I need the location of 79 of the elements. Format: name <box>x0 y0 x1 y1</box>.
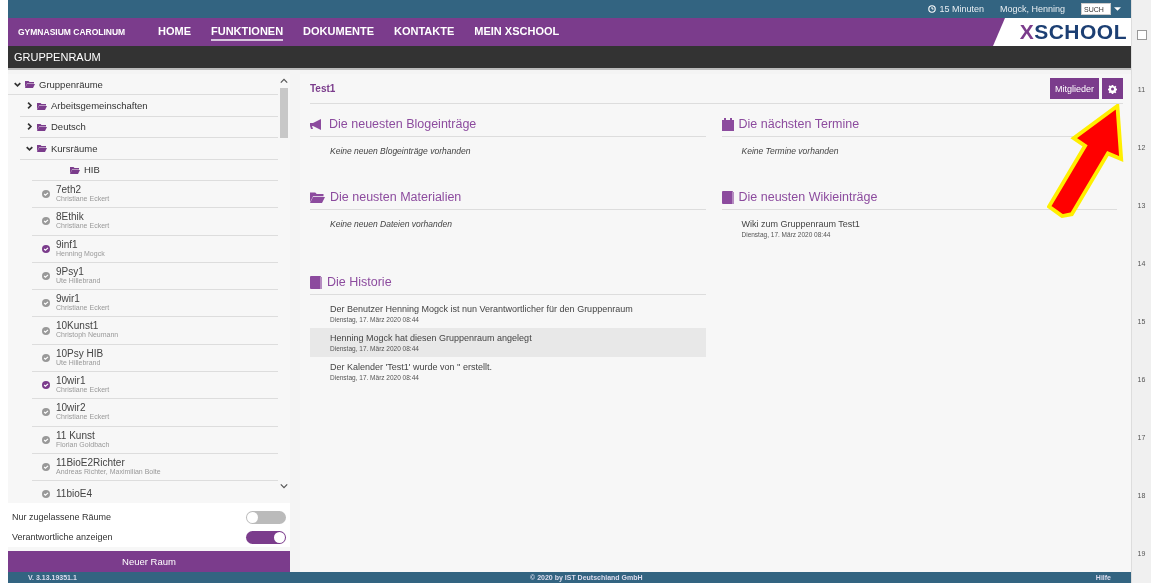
page-title: GRUPPENRAUM <box>14 51 101 63</box>
caret-icon[interactable] <box>1114 7 1121 11</box>
toggle-switch[interactable] <box>246 530 286 544</box>
nav-link[interactable]: DOKUMENTE <box>303 23 374 41</box>
room-name: 10wir1 <box>56 376 87 386</box>
folder-icon <box>37 101 47 110</box>
chevron-down-icon[interactable] <box>26 144 33 152</box>
gear-icon <box>1108 82 1117 95</box>
check-circle-icon <box>42 244 50 253</box>
book-icon <box>310 275 322 289</box>
empty-message: Keine neuen Blogeinträge vorhanden <box>329 145 472 158</box>
toggle-label: Nur zugelassene Räume <box>12 512 112 522</box>
check-circle-icon <box>42 490 50 499</box>
check-circle-icon <box>42 299 50 308</box>
new-room-button[interactable]: Neuer Raum <box>8 551 290 572</box>
school-name[interactable]: GYMNASIUM CAROLINUM <box>8 27 148 37</box>
logo: XSCHOOL <box>993 18 1131 46</box>
check-circle-icon <box>42 190 50 199</box>
book-icon <box>721 190 734 204</box>
room-name: 10wir2 <box>56 403 87 414</box>
room-name: 10Psy HIB <box>56 348 104 359</box>
folder-item[interactable]: Arbeitsgemeinschaften <box>20 95 278 117</box>
toggle-label: Verantwortliche anzeigen <box>12 532 113 542</box>
section-title: Die neuesten Blogeinträge <box>329 117 477 131</box>
check-circle-icon <box>42 217 50 226</box>
folder-item[interactable]: HIB <box>32 159 278 181</box>
empty-message: Keine neuen Dateien vorhanden <box>329 218 453 231</box>
check-circle-icon <box>42 408 50 417</box>
nav-link[interactable]: HOME <box>158 23 191 41</box>
folder-icon <box>37 144 47 153</box>
timer-text: 15 Minuten <box>939 4 984 14</box>
room-name: 11BioE2Richter <box>56 457 126 468</box>
check-circle-icon <box>42 326 50 335</box>
chevron-right-icon[interactable] <box>26 123 33 131</box>
check-circle-icon <box>42 463 50 472</box>
room-title: Test1 <box>310 83 336 94</box>
room-name: 11 Kunst <box>56 430 96 441</box>
room-name: 9Psy1 <box>56 266 84 277</box>
entry-text: Der Kalender 'Test1' wurde von '' erstellt. <box>330 362 493 372</box>
folder-icon <box>37 122 47 131</box>
folder-icon <box>310 191 325 203</box>
user-name[interactable]: Mogck, Henning <box>999 4 1065 14</box>
room-name: 11bioE4 <box>56 489 92 500</box>
check-circle-icon <box>42 435 50 444</box>
check-circle-icon <box>42 353 50 362</box>
folder-icon <box>70 165 80 174</box>
toggle-switch[interactable] <box>246 510 286 524</box>
folder-item[interactable]: Kursräume <box>20 138 278 160</box>
nav-link[interactable]: KONTAKTE <box>394 23 455 41</box>
chevron-down-icon[interactable] <box>14 80 21 88</box>
ruler-corner-icon[interactable] <box>1136 30 1147 40</box>
room-name: 9inf1 <box>56 239 79 250</box>
section-title: Die neusten Materialien <box>330 190 462 204</box>
section-title: Die neusten Wikieinträge <box>738 190 878 204</box>
chevron-up-icon[interactable] <box>280 78 288 84</box>
check-circle-icon <box>42 381 50 390</box>
room-name: 7eth2 <box>56 184 83 195</box>
entry-text: Henning Mogck hat diesen Gruppenraum angelegt <box>330 333 533 343</box>
check-circle-icon <box>42 272 50 280</box>
entry-text: Wiki zum Gruppenraum Test1 <box>741 219 861 229</box>
megaphone-icon <box>310 118 324 130</box>
folder-item[interactable]: Gruppenräume <box>8 74 278 96</box>
folder-icon <box>25 80 35 89</box>
entry-text: Der Benutzer Henning Mogck ist nun Verantwortlicher für den Gruppenraum <box>330 304 634 314</box>
section-title: Die nächsten Termine <box>738 117 860 131</box>
folder-item[interactable]: Deutsch <box>20 116 278 139</box>
settings-button[interactable] <box>1102 78 1123 99</box>
members-button[interactable]: Mitglieder <box>1050 78 1099 99</box>
calendar-icon <box>721 117 734 131</box>
room-name: 8Ethik <box>56 212 85 223</box>
empty-message: Keine Termine vorhanden <box>740 145 840 158</box>
section-title: Die Historie <box>327 275 392 289</box>
nav-link[interactable]: MEIN XSCHOOL <box>474 23 560 41</box>
room-name: 10Kunst1 <box>56 321 100 332</box>
chevron-right-icon[interactable] <box>26 102 33 110</box>
scrollbar-thumb[interactable] <box>280 88 288 138</box>
nav-link[interactable]: FUNKTIONEN <box>211 23 284 41</box>
clock-icon <box>928 5 937 13</box>
room-name: 9wir1 <box>56 294 81 305</box>
